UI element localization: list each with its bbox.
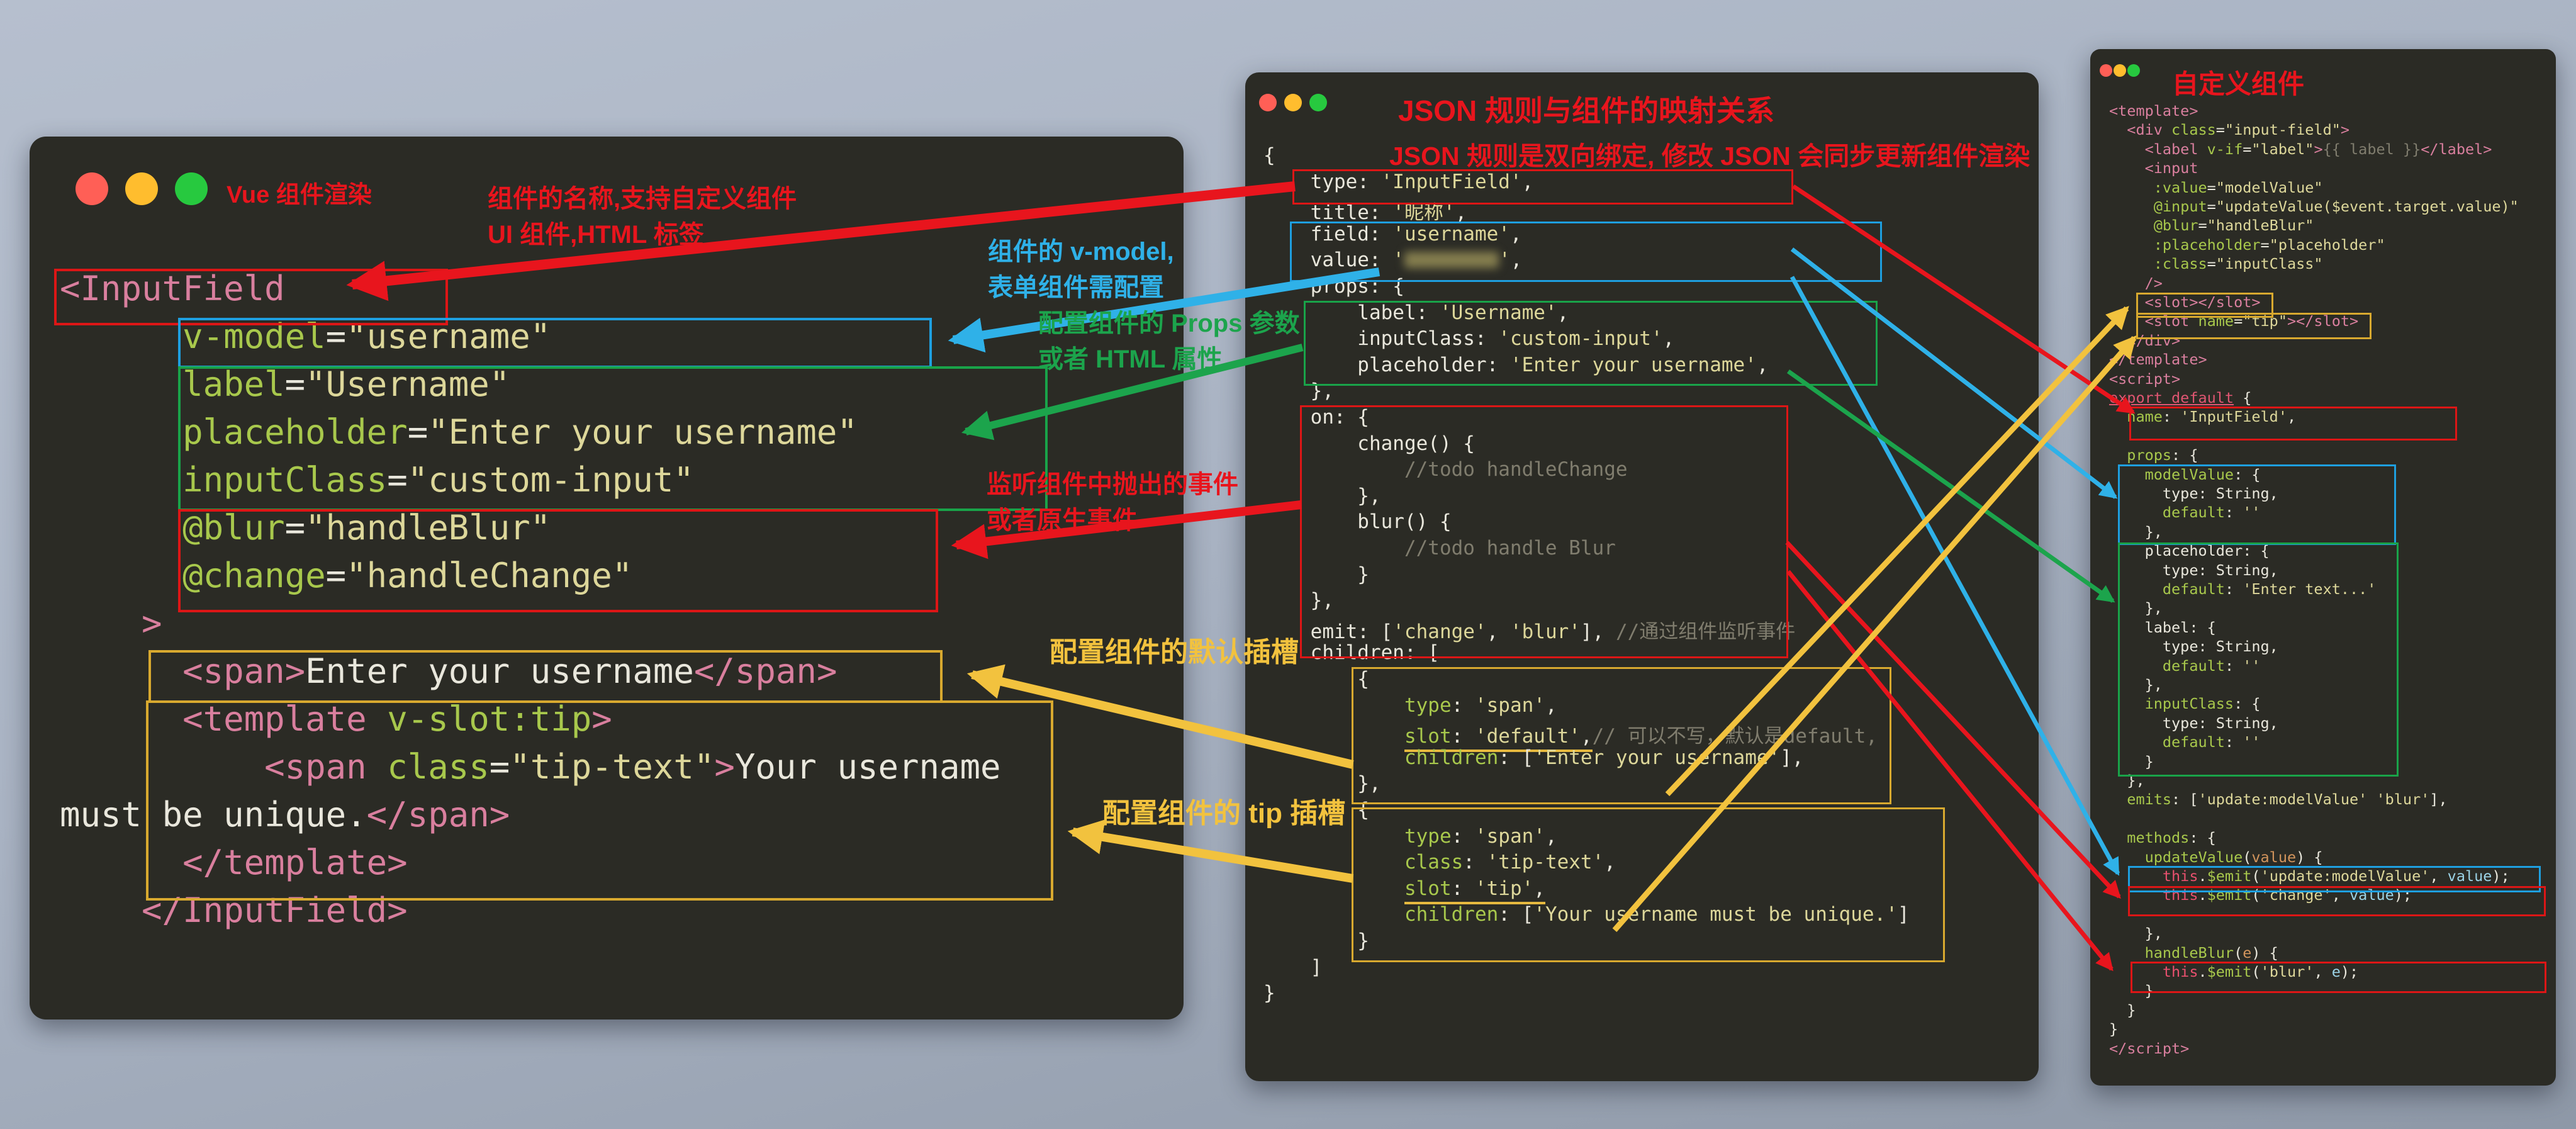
annotation-events: 监听组件中抛出的事件或者原生事件 [987,467,1238,539]
minimize-window-button[interactable] [125,172,158,205]
annotation-props: 配置组件的 Props 参数或者 HTML 属性 [1038,306,1300,378]
annotation-component-name: 组件的名称,支持自定义组件UI 组件,HTML 标签 [488,181,797,253]
annotation-tip-slot: 配置组件的 tip 插槽 [1102,795,1345,831]
json-rules-window [1245,72,2039,1081]
close-window-button[interactable] [76,172,108,205]
custom-component-window [2090,49,2556,1086]
middle-window-title: JSON 规则与组件的映射关系 [1398,88,1774,130]
minimize-window-button[interactable] [2114,64,2126,77]
close-window-button[interactable] [2100,64,2112,77]
annotation-default-slot: 配置组件的默认插槽 [1050,634,1299,670]
maximize-window-button[interactable] [175,172,208,205]
close-window-button[interactable] [1259,94,1277,111]
maximize-window-button[interactable] [1309,94,1327,111]
diagram-canvas: { "windows": { "left": { "title": "Vue 组… [0,0,2576,1129]
minimize-window-button[interactable] [1284,94,1302,111]
middle-window-subtitle: JSON 规则是双向绑定, 修改 JSON 会同步更新组件渲染 [1389,135,2030,172]
left-window-title: Vue 组件渲染 [227,175,372,210]
annotation-v-model: 组件的 v-model,表单组件需配置 [988,234,1174,306]
maximize-window-button[interactable] [2127,64,2140,77]
right-window-title: 自定义组件 [2172,63,2304,101]
